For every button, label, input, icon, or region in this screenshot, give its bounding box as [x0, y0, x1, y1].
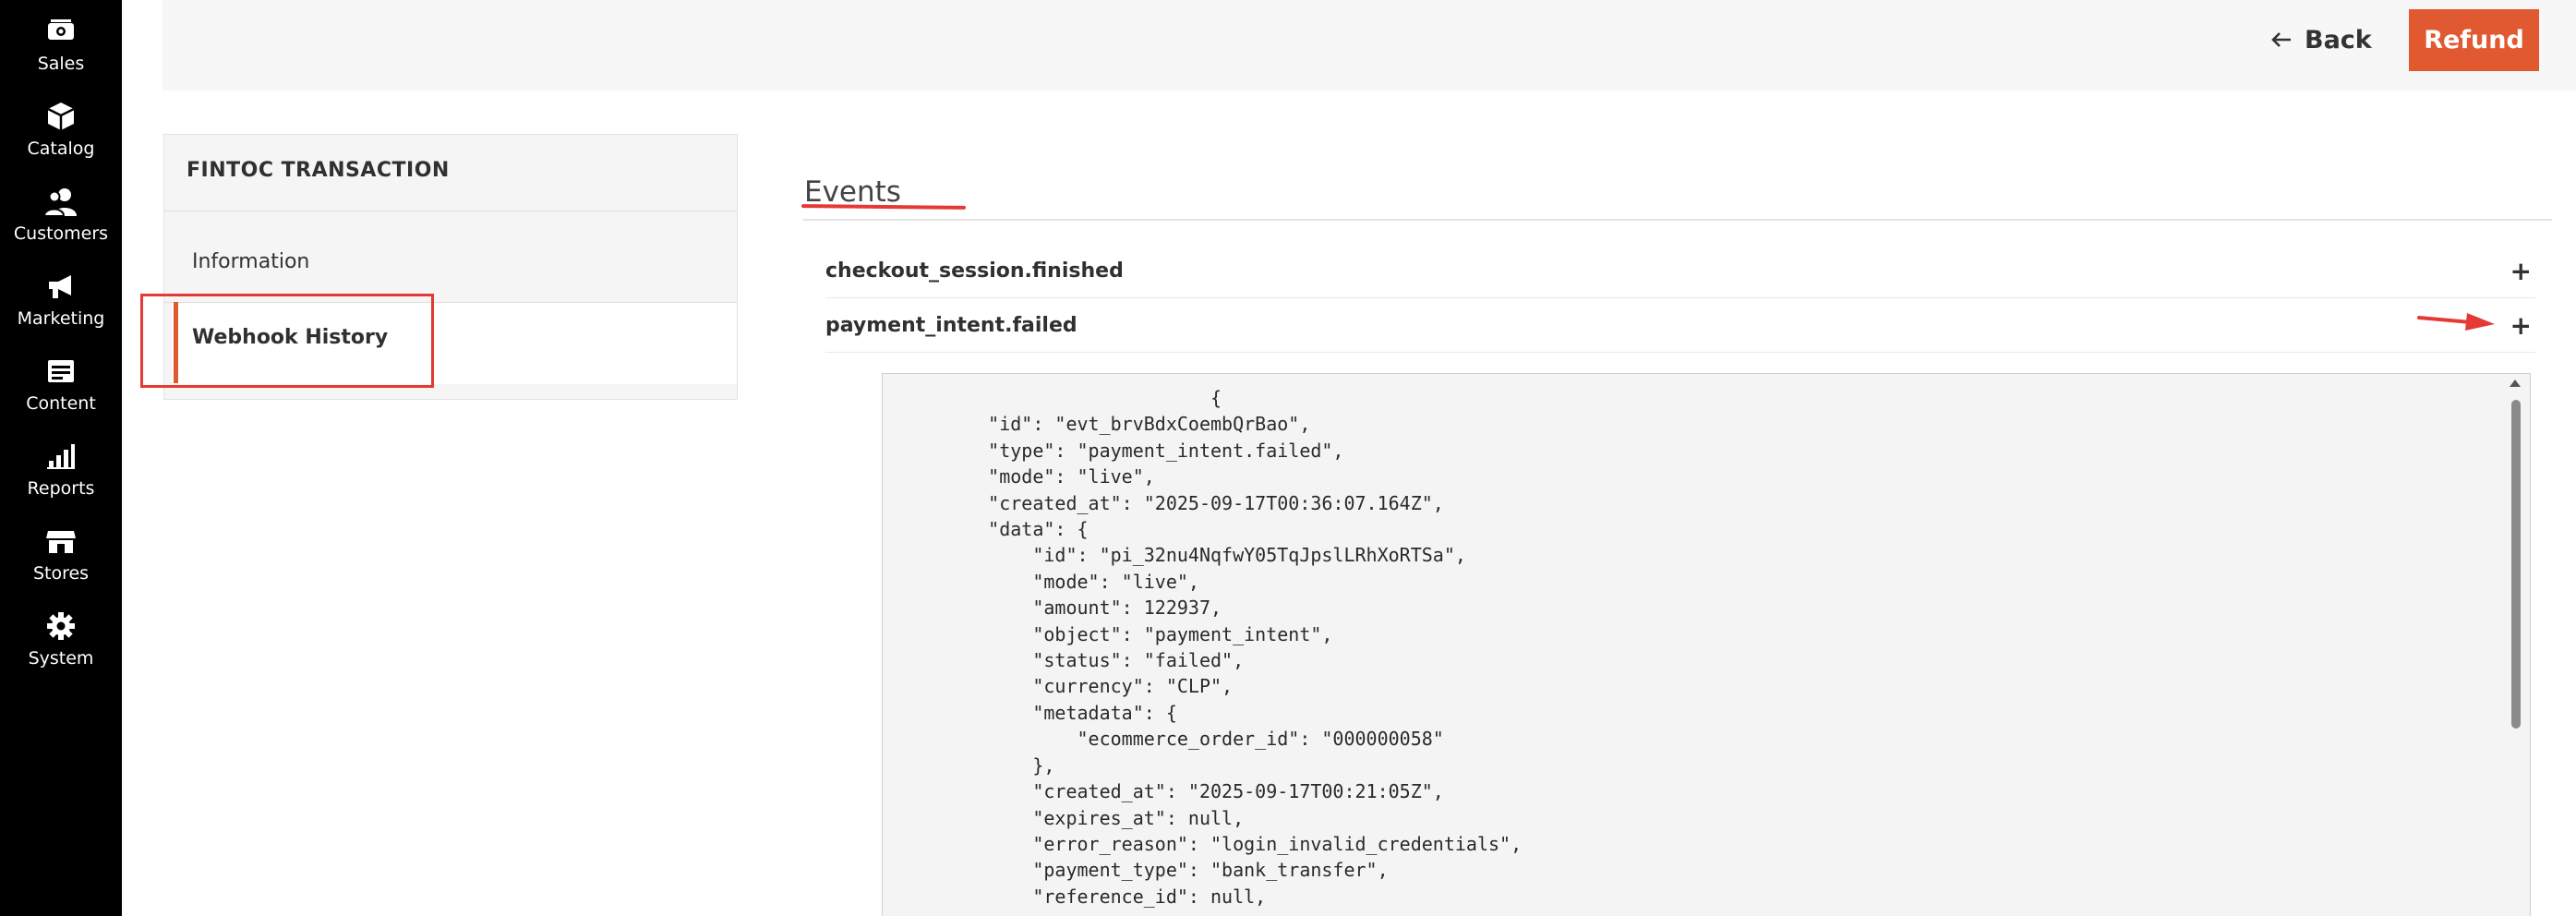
annotation-arrow-icon [2417, 313, 2495, 331]
webhook-payload-viewer[interactable]: { "id": "evt_brvBdxCoembQrBao", "type": … [882, 373, 2531, 916]
panel-title: FINTOC TRANSACTION [187, 159, 450, 182]
stores-icon [42, 523, 79, 560]
nav-item-reports[interactable]: Reports [0, 438, 122, 519]
scroll-up-icon[interactable] [2510, 380, 2521, 387]
payload-json: { "id": "evt_brvBdxCoembQrBao", "type": … [988, 387, 1523, 908]
nav-item-catalog[interactable]: Catalog [0, 98, 122, 179]
nav-item-sales[interactable]: Sales [0, 13, 122, 94]
nav-item-label: Marketing [17, 308, 105, 329]
reports-icon [42, 438, 79, 475]
nav-item-label: Reports [27, 478, 95, 499]
nav-item-stores[interactable]: Stores [0, 523, 122, 604]
page-header [163, 0, 2576, 90]
event-name: payment_intent.failed [825, 313, 1077, 337]
nav-item-label: Content [26, 393, 96, 414]
nav-item-label: Sales [37, 54, 85, 74]
catalog-icon [42, 98, 79, 135]
system-icon [42, 608, 79, 645]
event-row-checkout-session-finished[interactable]: checkout_session.finished + [825, 244, 2532, 297]
expand-plus-icon[interactable]: + [2510, 256, 2532, 286]
refund-button[interactable]: Refund [2409, 9, 2539, 71]
nav-item-label: System [28, 648, 94, 669]
expand-plus-icon[interactable]: + [2510, 310, 2532, 341]
marketing-icon [42, 268, 79, 305]
divider [803, 219, 2552, 221]
customers-icon [42, 183, 79, 220]
admin-sidebar: Sales Catalog Customers Marketing Conten… [0, 0, 122, 916]
annotation-highlight-box [140, 294, 434, 388]
arrow-left-icon [2271, 26, 2292, 54]
nav-item-marketing[interactable]: Marketing [0, 268, 122, 349]
nav-item-label: Customers [13, 223, 109, 244]
back-button[interactable]: Back [2271, 18, 2372, 61]
divider [825, 352, 2535, 353]
nav-item-system[interactable]: System [0, 608, 122, 689]
scrollbar-thumb[interactable] [2511, 400, 2521, 729]
back-label: Back [2305, 25, 2372, 54]
tab-information[interactable]: Information [192, 250, 309, 273]
nav-item-customers[interactable]: Customers [0, 183, 122, 264]
content-icon [42, 353, 79, 390]
annotation-underline [800, 204, 967, 210]
nav-item-label: Catalog [27, 139, 95, 159]
nav-item-label: Stores [32, 563, 90, 584]
event-name: checkout_session.finished [825, 259, 1124, 283]
event-row-payment-intent-failed[interactable]: payment_intent.failed + [825, 298, 2532, 352]
nav-item-content[interactable]: Content [0, 353, 122, 434]
sales-icon [42, 13, 79, 50]
